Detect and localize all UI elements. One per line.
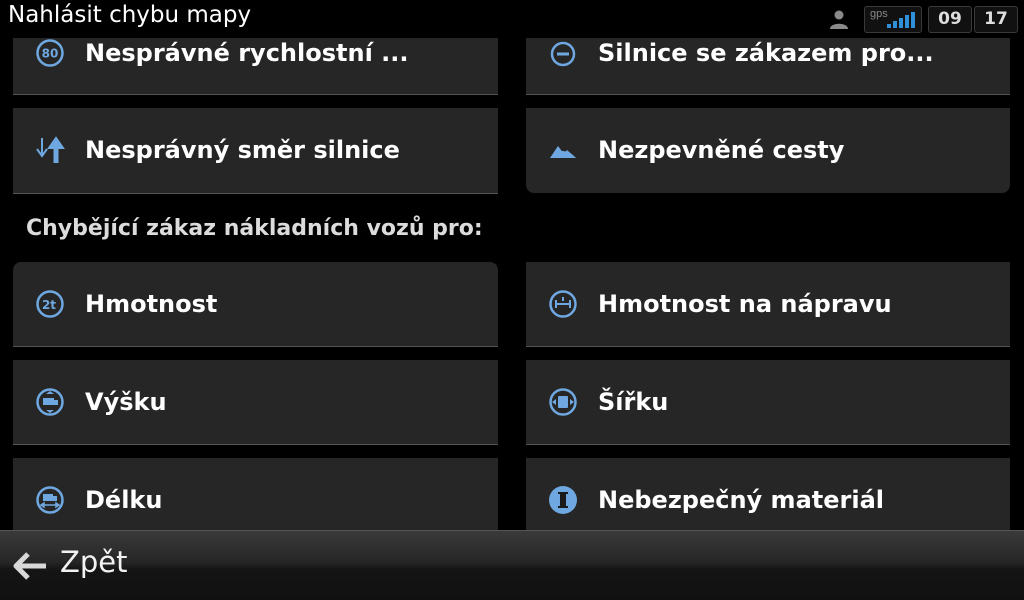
menu-item-label: Nesprávný směr silnice <box>85 136 400 164</box>
weight-limit-icon: 2t <box>36 290 64 318</box>
clock-minutes: 17 <box>974 6 1018 33</box>
menu-item-label: Silnice se zákazem pro... <box>598 39 934 67</box>
menu-item-axle-weight[interactable]: Hmotnost na nápravu <box>526 262 1010 347</box>
page-title: Nahlásit chybu mapy <box>8 2 252 28</box>
menu-item-label: Výšku <box>85 388 167 416</box>
menu-item-label: Délku <box>85 486 163 514</box>
axle-weight-icon <box>549 290 577 318</box>
road-direction-icon <box>36 136 65 163</box>
menu-item-height[interactable]: Výšku <box>13 360 498 445</box>
gps-label: gps <box>870 8 888 20</box>
menu-item-label: Nesprávné rychlostní ... <box>85 39 409 67</box>
back-arrow-icon <box>13 552 46 580</box>
bottom-toolbar: Zpět <box>0 530 1024 600</box>
user-icon <box>830 10 848 29</box>
length-limit-icon <box>36 486 64 514</box>
height-limit-icon <box>36 388 64 416</box>
menu-item-label: Šířku <box>598 388 669 416</box>
gps-signal-icon <box>887 12 915 28</box>
menu-item-width[interactable]: Šířku <box>526 360 1010 445</box>
clock-hours: 09 <box>928 6 972 33</box>
unpaved-road-icon <box>550 146 576 158</box>
status-bar: Nahlásit chybu mapy gps 09 17 <box>0 0 1024 38</box>
width-limit-icon <box>549 388 577 416</box>
section-title: Chybějící zákaz nákladních vozů pro: <box>26 216 483 241</box>
menu-item-label: Hmotnost na nápravu <box>598 290 892 318</box>
menu-item-weight[interactable]: 2t Hmotnost <box>13 262 498 347</box>
back-button-label: Zpět <box>60 545 128 579</box>
menu-item-wrong-road-direction[interactable]: Nesprávný směr silnice <box>13 108 498 194</box>
speed-limit-80-icon: 80 <box>36 39 64 67</box>
menu-item-wrong-speed-limit[interactable]: 80 Nesprávné rychlostní ... <box>13 38 498 95</box>
menu-item-label: Nebezpečný materiál <box>598 486 884 514</box>
no-entry-icon <box>550 41 576 67</box>
menu-item-unpaved-roads[interactable]: Nezpevněné cesty <box>526 108 1010 193</box>
menu-list: 80 Nesprávné rychlostní ... Silnice se z… <box>0 38 1024 530</box>
menu-item-hazardous-material[interactable]: Nebezpečný materiál <box>526 458 1010 530</box>
menu-item-restricted-road[interactable]: Silnice se zákazem pro... <box>526 38 1010 95</box>
hazardous-material-icon <box>549 486 577 514</box>
back-button[interactable]: Zpět <box>0 531 160 600</box>
weight-limit-text: 2t <box>42 298 56 312</box>
menu-item-label: Hmotnost <box>85 290 218 318</box>
menu-item-length[interactable]: Délku <box>13 458 498 530</box>
gps-indicator: gps <box>864 6 922 33</box>
speed-limit-80-text: 80 <box>42 47 59 61</box>
menu-item-label: Nezpevněné cesty <box>598 136 845 164</box>
